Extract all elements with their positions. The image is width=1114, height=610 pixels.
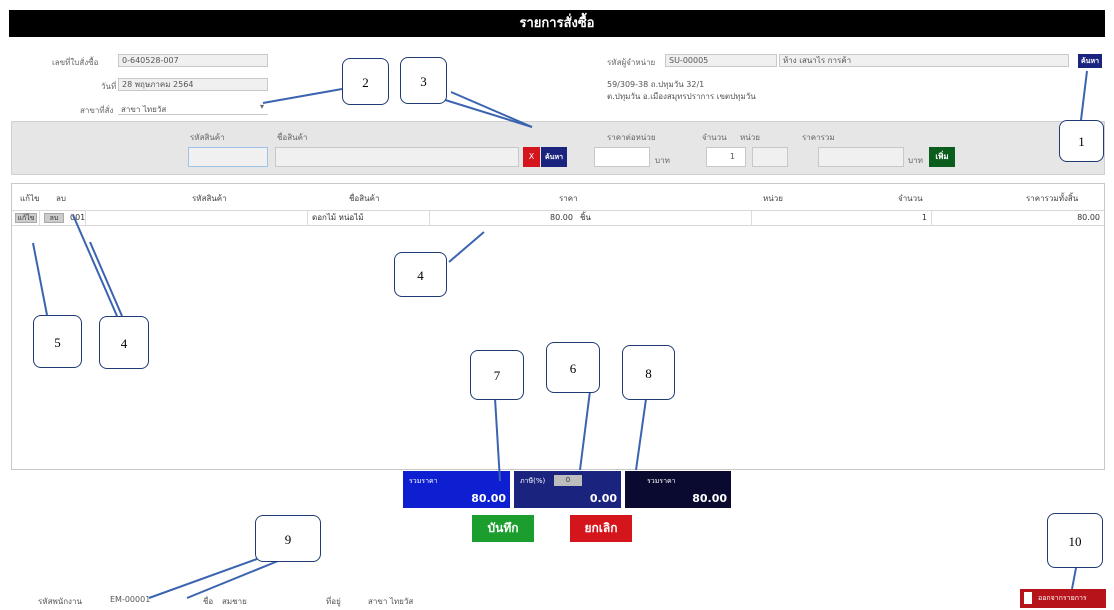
col-header-name: ชื่อสินค้า	[349, 194, 380, 203]
edit-row-button[interactable]: แก้ไข	[15, 213, 37, 223]
employee-branch-value: สาขา ไทยวัส	[368, 597, 414, 606]
chevron-down-icon: ▾	[259, 102, 264, 111]
vat-value: 0.00	[589, 492, 617, 505]
product-code-label: รหัสสินค้า	[190, 133, 225, 142]
order-no-label: เลขที่ใบสั่งซื้อ	[52, 58, 99, 67]
order-items-grid: แก้ไข ลบ รหัสสินค้า ชื่อสินค้า ราคา หน่ว…	[11, 183, 1105, 470]
col-header-code: รหัสสินค้า	[192, 194, 227, 203]
qty-label: จำนวน	[702, 133, 727, 142]
code-cell	[86, 211, 308, 225]
unit-field	[752, 147, 788, 167]
product-name-label: ชื่อสินค้า	[277, 133, 308, 142]
product-name-input[interactable]	[275, 147, 519, 167]
callout-2: 2	[342, 58, 389, 105]
row-unit: ชิ้น	[580, 213, 591, 222]
product-search-button[interactable]: ค้นหา	[541, 147, 567, 167]
delete-cell: ลบ 001	[40, 211, 86, 225]
callout-1: 1	[1059, 120, 1104, 162]
callout-7: 7	[470, 350, 524, 400]
callout-10: 10	[1047, 513, 1103, 568]
callout-4-main: 4	[394, 252, 447, 297]
supplier-address-line2: ต.ปทุมวัน อ.เมืองสมุทรปราการ เขตปทุมวัน	[607, 92, 756, 101]
total-cell: 80.00	[1077, 213, 1100, 222]
edit-cell: แก้ไข	[12, 211, 40, 225]
qty-cell: 1	[752, 211, 932, 225]
supplier-label: รหัสผู้จำหน่าย	[607, 58, 656, 67]
callout-9: 9	[255, 515, 321, 562]
add-item-button[interactable]: เพิ่ม	[929, 147, 955, 167]
col-header-price: ราคา	[559, 194, 578, 203]
subtotal-label: รวมราคา	[409, 477, 438, 485]
callout-5: 5	[33, 315, 82, 368]
vat-box: ภาษี(%) 0 0.00	[514, 471, 621, 508]
unit-label: หน่วย	[740, 133, 760, 142]
order-no-field[interactable]: 0-640528-007	[118, 54, 268, 67]
supplier-name-field: ห้าง เสนาไร การค้า	[779, 54, 1069, 67]
col-header-qty: จำนวน	[898, 194, 923, 203]
exit-door-icon	[1024, 592, 1032, 604]
exit-button-label: ออกจากรายการ	[1038, 594, 1087, 602]
product-code-input[interactable]	[188, 147, 268, 167]
delete-row-button[interactable]: ลบ	[44, 213, 64, 223]
col-header-delete: ลบ	[56, 194, 66, 203]
total-unit-label: บาท	[908, 156, 923, 165]
date-label: วันที่	[101, 82, 117, 91]
cancel-button[interactable]: ยกเลิก	[570, 515, 632, 542]
employee-name-label: ชื่อ	[203, 597, 214, 606]
save-button[interactable]: บันทึก	[472, 515, 534, 542]
branch-select-value: สาขา ไทยวัส	[121, 105, 167, 114]
callout-arrow-1	[1080, 70, 1088, 121]
callout-arrow-9a	[148, 558, 258, 599]
callout-8: 8	[622, 345, 675, 400]
callout-6: 6	[546, 342, 600, 393]
col-header-edit: แก้ไข	[20, 194, 40, 203]
clear-button[interactable]: X	[523, 147, 540, 167]
grand-total-label: รวมราคา	[647, 477, 676, 485]
name-cell: ดอกไม้ หน่อไม้	[308, 211, 430, 225]
callout-3: 3	[400, 57, 447, 104]
supplier-search-button[interactable]: ค้นหา	[1078, 54, 1102, 68]
date-field[interactable]: 28 พฤษภาคม 2564	[118, 78, 268, 91]
branch-label: สาขาที่สั่ง	[80, 106, 114, 115]
supplier-code-field[interactable]: SU-00005	[665, 54, 777, 67]
product-entry-bar: รหัสสินค้า ชื่อสินค้า X ค้นหา ราคาต่อหน่…	[11, 121, 1105, 175]
row-code: 001	[70, 213, 86, 222]
employee-value: EM-00001	[110, 595, 151, 604]
branch-select[interactable]: สาขา ไทยวัส ▾	[118, 101, 268, 115]
subtotal-box: รวมราคา 80.00	[403, 471, 510, 508]
employee-branch-label: ที่อยู่	[326, 597, 341, 606]
callout-4-small: 4	[99, 316, 149, 369]
subtotal-value: 80.00	[471, 492, 506, 505]
col-header-total: ราคารวมทั้งสิ้น	[1026, 194, 1079, 203]
vat-rate-input[interactable]: 0	[554, 475, 582, 486]
col-header-unit: หน่วย	[763, 194, 783, 203]
callout-arrow-9b	[186, 560, 279, 599]
vat-label: ภาษี(%)	[520, 477, 546, 485]
window-title: รายการสั่งซื้อ	[9, 10, 1105, 37]
price-label: ราคาต่อหน่วย	[607, 133, 656, 142]
grand-total-box: รวมราคา 80.00	[625, 471, 731, 508]
price-input[interactable]	[594, 147, 650, 167]
table-row[interactable]: แก้ไข ลบ 001 ดอกไม้ หน่อไม้ 80.00 ชิ้น 1…	[12, 210, 1104, 226]
employee-name-value: สมชาย	[222, 597, 247, 606]
callout-arrow-10	[1071, 567, 1077, 590]
qty-stepper[interactable]: 1	[706, 147, 746, 167]
grand-total-value: 80.00	[692, 492, 727, 505]
callout-arrow-2	[262, 88, 343, 104]
line-total-field	[818, 147, 904, 167]
exit-button[interactable]: ออกจากรายการ	[1020, 589, 1106, 608]
employee-label: รหัสพนักงาน	[38, 597, 82, 606]
row-price: 80.00	[550, 213, 573, 222]
price-cell: 80.00 ชิ้น	[430, 211, 752, 225]
price-unit-label: บาท	[655, 156, 670, 165]
total-label: ราคารวม	[802, 133, 835, 142]
